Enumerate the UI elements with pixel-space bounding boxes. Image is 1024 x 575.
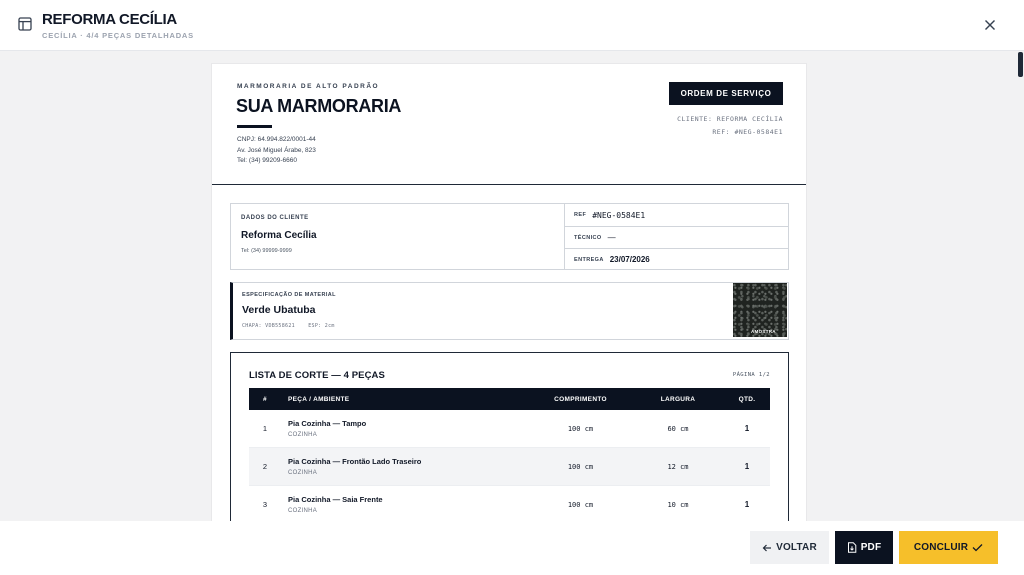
table-row: 2 Pia Cozinha — Frontão Lado Traseiro CO… [249,448,770,486]
row-qty: 1 [744,462,750,471]
row-qty: 1 [744,500,750,509]
delivery-row: ENTREGA 23/07/2026 [565,248,788,270]
order-meta-client: CLIENTE: REFORMA CECÍLIA [677,115,783,123]
order-meta: CLIENTE: REFORMA CECÍLIA REF: #NEG-0584E… [677,113,783,139]
col-qty: QTD. [738,395,756,403]
row-number: 1 [262,424,268,433]
scrollbar-thumb[interactable] [1018,52,1023,77]
technician-label: TÉCNICO [574,234,602,241]
table-row: 3 Pia Cozinha — Saia Frente COZINHA 100 … [249,486,770,524]
material-spec-box: ESPECIFICAÇÃO DE MATERIAL Verde Ubatuba … [230,282,789,340]
technician-row: TÉCNICO — [565,226,788,248]
conclude-button-label: CONCLUIR [913,542,969,553]
row-length: 100 cm [567,424,594,433]
company-address: Av. José Miguel Árabe, 823 [237,146,316,154]
pdf-button[interactable]: PDF [835,531,893,564]
piece-name: Pia Cozinha — Tampo [288,419,367,428]
row-piece: Pia Cozinha — Frontão Lado Traseiro COZI… [281,457,529,476]
delivery-label: ENTREGA [574,256,604,263]
row-length: 100 cm [567,462,594,471]
conclude-button[interactable]: CONCLUIR [899,531,998,564]
material-meta: CHAPA: VDB558621 ESP: 2cm [242,323,335,329]
piece-environment: COZINHA [288,432,318,438]
row-width: 10 cm [667,500,689,509]
material-sample-label: AMOSTRA [751,329,776,334]
ref-label: REF [574,212,587,218]
check-icon [972,544,983,552]
technician-value: — [607,233,616,242]
modal-header: REFORMA CECÍLIA CECÍLIA · 4/4 PEÇAS DETA… [0,0,1024,51]
cut-list-page: PÁGINA 1/2 [732,372,770,378]
modal-subtitle: CECÍLIA · 4/4 PEÇAS DETALHADAS [42,31,194,40]
row-length: 100 cm [567,500,594,509]
client-section-label: DADOS DO CLIENTE [241,215,309,221]
company-cnpj: CNPJ: 64.994.822/0001-44 [237,136,316,143]
row-width: 12 cm [667,462,689,471]
close-icon[interactable] [982,17,998,33]
cut-list-title: LISTA DE CORTE — 4 PEÇAS [249,370,385,381]
row-width: 60 cm [667,424,689,433]
company-kicker: MARMORARIA DE ALTO PADRÃO [237,83,380,90]
table-row: 1 Pia Cozinha — Tampo COZINHA 100 cm 60 … [249,410,770,448]
company-phone: Tel: (34) 99209-6660 [237,157,297,164]
col-length: COMPRIMENTO [554,395,607,403]
material-section-label: ESPECIFICAÇÃO DE MATERIAL [242,292,336,298]
cut-list-box: LISTA DE CORTE — 4 PEÇAS PÁGINA 1/2 # PE… [230,352,789,534]
file-download-icon [847,542,856,553]
back-button[interactable]: VOLTAR [750,531,829,564]
row-number: 3 [262,500,268,509]
cut-list-table: # PEÇA / AMBIENTE COMPRIMENTO LARGURA QT… [249,388,770,524]
row-qty: 1 [744,424,750,433]
pdf-button-label: PDF [860,542,882,553]
client-data-box: DADOS DO CLIENTE Reforma Cecília Tel: (3… [230,203,789,270]
material-name: Verde Ubatuba [242,304,316,316]
piece-name: Pia Cozinha — Frontão Lado Traseiro [288,457,422,466]
layout-icon [18,17,32,31]
document-divider [212,184,806,185]
row-number: 2 [262,462,268,471]
service-order-document: MARMORARIA DE ALTO PADRÃO SUA MARMORARIA… [212,64,806,534]
delivery-value: 23/07/2026 [609,255,650,264]
company-name: SUA MARMORARIA [236,96,402,116]
brand-rule [237,125,272,128]
modal-footer: VOLTAR PDF CONCLUIR [0,521,1024,575]
modal-title: REFORMA CECÍLIA [42,11,177,28]
piece-environment: COZINHA [288,508,318,514]
row-piece: Pia Cozinha — Saia Frente COZINHA [281,495,529,514]
arrow-left-icon [762,544,772,551]
company-info: CNPJ: 64.994.822/0001-44 Av. José Miguel… [237,135,316,167]
scrollbar-track[interactable] [1016,51,1024,521]
order-meta-ref: REF: #NEG-0584E1 [712,128,783,136]
ref-row: REF #NEG-0584E1 [565,204,788,226]
client-name: Reforma Cecília [241,230,317,241]
piece-name: Pia Cozinha — Saia Frente [288,495,383,504]
row-piece: Pia Cozinha — Tampo COZINHA [281,419,529,438]
col-width: LARGURA [660,395,696,403]
order-badge: ORDEM DE SERVIÇO [669,82,783,105]
col-piece: PEÇA / AMBIENTE [288,395,350,403]
client-phone: Tel: (34) 99999-9999 [241,248,292,254]
col-number: # [263,395,267,403]
material-sample-image: AMOSTRA [733,283,787,337]
table-header: # PEÇA / AMBIENTE COMPRIMENTO LARGURA QT… [249,388,770,410]
back-button-label: VOLTAR [776,542,817,553]
client-info: DADOS DO CLIENTE Reforma Cecília Tel: (3… [231,204,565,269]
piece-environment: COZINHA [288,470,318,476]
ref-value: #NEG-0584E1 [592,210,646,220]
